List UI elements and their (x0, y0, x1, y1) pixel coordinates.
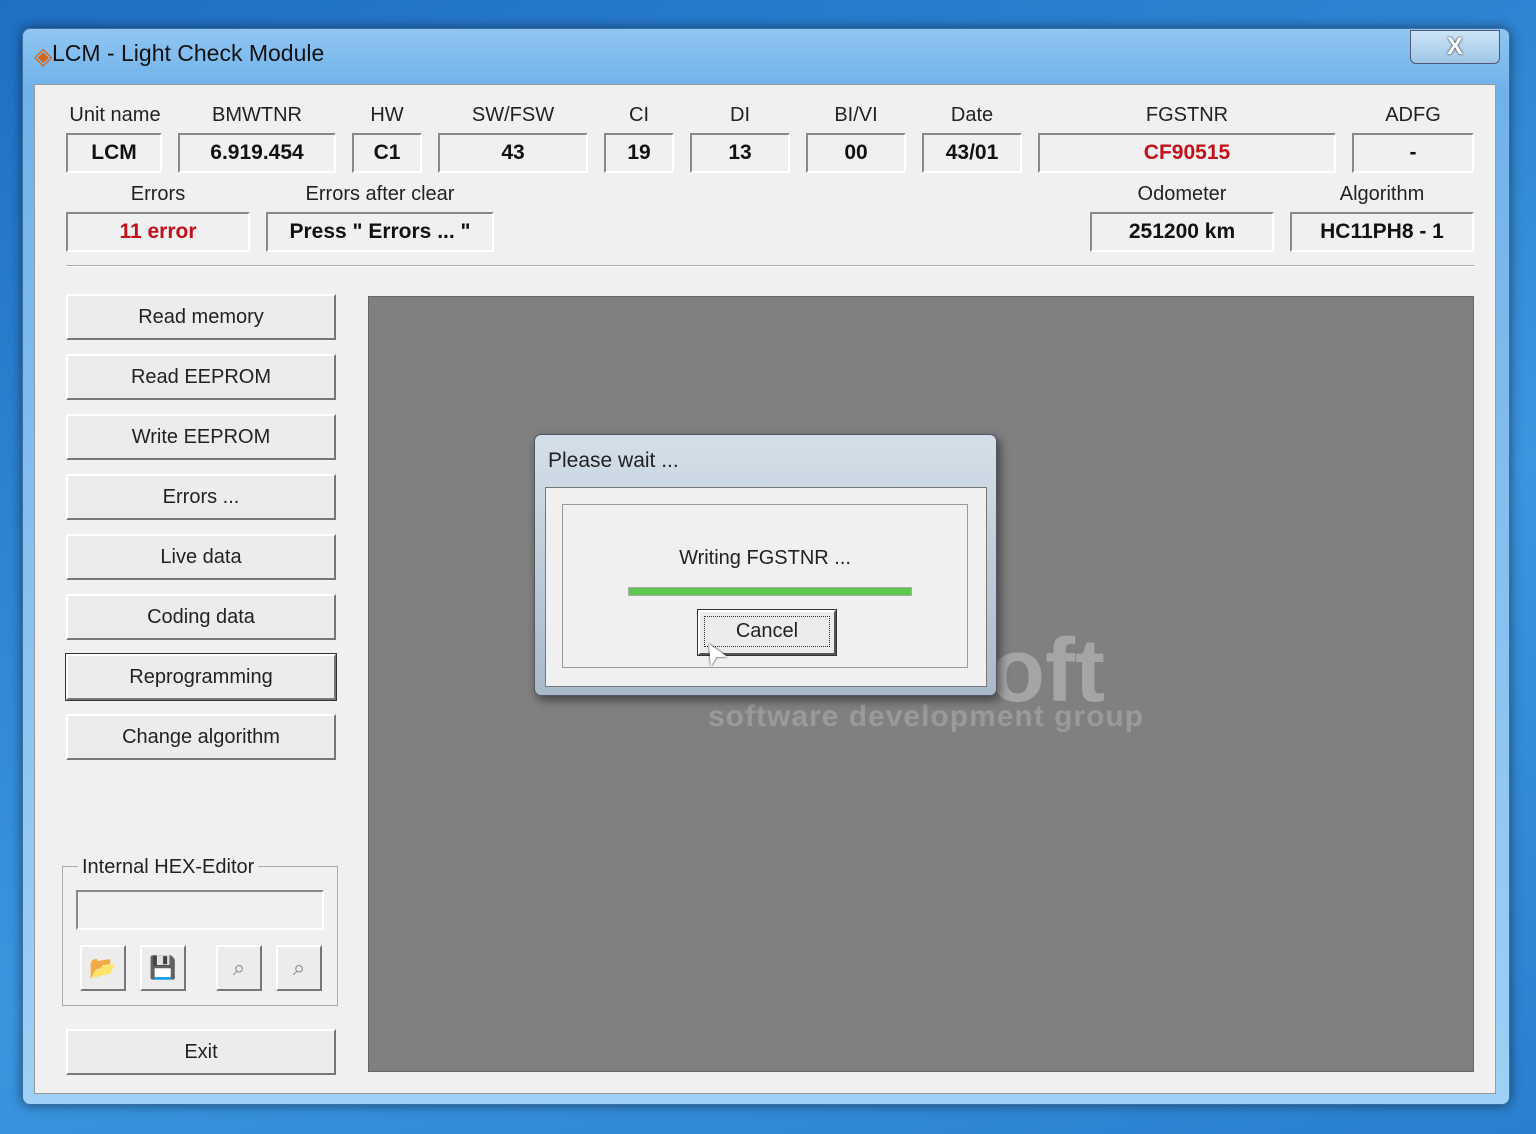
errors-after-clear-label: Errors after clear (305, 183, 455, 205)
bmwtnr-field: 6.919.454 (178, 133, 336, 173)
hw-label: HW (370, 104, 404, 126)
exit-button[interactable]: Exit (66, 1029, 336, 1075)
open-folder-icon[interactable]: 📂 (80, 945, 126, 991)
dialog-message: Writing FGSTNR ... (679, 547, 851, 569)
find-next-icon[interactable]: ⌕ (276, 945, 322, 991)
date-field: 43/01 (922, 133, 1022, 173)
errors-label: Errors (130, 183, 186, 205)
unit-name-field: LCM (66, 133, 162, 173)
di-field: 13 (690, 133, 790, 173)
ci-field: 19 (604, 133, 674, 173)
algorithm-field: HC11PH8 - 1 (1290, 212, 1474, 252)
window-title: LCM - Light Check Module (52, 40, 325, 66)
bivi-field: 00 (806, 133, 906, 173)
bmwtnr-label: BMWTNR (212, 104, 302, 126)
change-algorithm-button[interactable]: Change algorithm (66, 714, 336, 760)
fgstnr-label: FGSTNR (1145, 104, 1229, 126)
dialog-title: Please wait ... (548, 449, 679, 472)
close-button[interactable]: X (1410, 30, 1500, 64)
bivi-label: BI/VI (834, 104, 878, 126)
separator (66, 265, 1474, 267)
errors-field: 11 error (66, 212, 250, 252)
write-eeprom-button[interactable]: Write EEPROM (66, 414, 336, 460)
hex-editor-label: Internal HEX-Editor (78, 856, 259, 879)
read-memory-button[interactable]: Read memory (66, 294, 336, 340)
progress-fill (629, 588, 911, 595)
watermark-text: software development group (708, 700, 1145, 733)
live-data-button[interactable]: Live data (66, 534, 336, 580)
fgstnr-field: CF90515 (1038, 133, 1336, 173)
di-label: DI (730, 104, 750, 126)
odometer-label: Odometer (1137, 183, 1227, 205)
adfg-field: - (1352, 133, 1474, 173)
errors-button[interactable]: Errors ... (66, 474, 336, 520)
coding-data-button[interactable]: Coding data (66, 594, 336, 640)
adfg-label: ADFG (1385, 104, 1441, 126)
swfsw-label: SW/FSW (471, 104, 555, 126)
odometer-field: 251200 km (1090, 212, 1274, 252)
algorithm-label: Algorithm (1339, 183, 1425, 205)
save-icon[interactable]: 💾 (140, 945, 186, 991)
read-eeprom-button[interactable]: Read EEPROM (66, 354, 336, 400)
unit-name-label: Unit name (69, 104, 161, 126)
find-binoculars-icon[interactable]: ⌕ (216, 945, 262, 991)
swfsw-field: 43 (438, 133, 588, 173)
progress-bar (628, 587, 912, 596)
hex-editor-input[interactable] (76, 890, 324, 930)
reprogramming-button[interactable]: Reprogramming (65, 653, 337, 701)
date-label: Date (950, 104, 994, 126)
ci-label: CI (629, 104, 649, 126)
hw-field: C1 (352, 133, 422, 173)
errors-after-clear-field: Press " Errors ... " (266, 212, 494, 252)
